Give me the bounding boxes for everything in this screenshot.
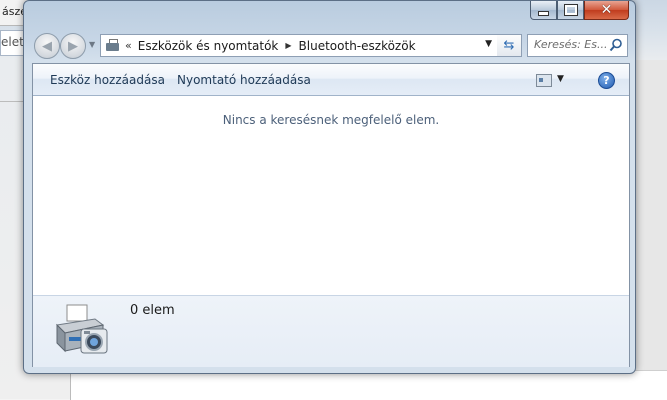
maximize-icon [563, 4, 578, 16]
search-icon[interactable] [609, 38, 623, 52]
breadcrumb-overflow-button[interactable]: « [125, 39, 132, 52]
search-box[interactable]: Keresés: Es... [527, 34, 628, 57]
address-bar[interactable]: « Eszközök és nyomtatók ▶ Bluetooth-eszk… [100, 34, 498, 57]
background-bottom-panel [70, 370, 667, 400]
breadcrumb-bluetooth-devices[interactable]: Bluetooth-eszközök [299, 39, 416, 53]
command-bar: Eszköz hozzáadása Nyomtató hozzáadása ▼ … [33, 64, 629, 96]
change-view-icon[interactable] [536, 74, 552, 87]
caption-controls: ✕ [530, 1, 629, 21]
recent-pages-dropdown[interactable]: ▼ [89, 40, 95, 49]
minimize-button[interactable] [530, 1, 557, 20]
explorer-window: ✕ ◀ ▶ ▼ « Eszközök és nyomtatók ▶ Blueto… [23, 0, 636, 374]
search-placeholder: Keresés: Es... [534, 38, 608, 51]
navigation-bar: ◀ ▶ ▼ « Eszközök és nyomtatók ▶ Bluetoot… [32, 31, 628, 59]
view-options-dropdown-icon[interactable]: ▼ [557, 74, 564, 84]
add-printer-button[interactable]: Nyomtató hozzáadása [177, 73, 311, 87]
item-count: 0 elem [130, 303, 175, 318]
details-pane: 0 elem [33, 295, 629, 367]
title-bar[interactable]: ✕ [24, 1, 635, 27]
content-pane: Eszköz hozzáadása Nyomtató hozzáadása ▼ … [32, 63, 630, 367]
minimize-icon [538, 10, 549, 16]
help-icon[interactable]: ? [598, 72, 615, 89]
arrow-left-icon: ◀ [42, 38, 52, 54]
refresh-icon: ⇆ [503, 38, 515, 53]
close-icon: ✕ [600, 2, 613, 18]
add-device-button[interactable]: Eszköz hozzáadása [50, 73, 165, 87]
breadcrumb-arrow-icon[interactable]: ▶ [285, 41, 291, 50]
breadcrumb-devices-printers[interactable]: Eszközök és nyomtatók [138, 39, 279, 53]
devices-printers-icon [105, 38, 121, 53]
arrow-right-icon: ▶ [68, 38, 78, 54]
background-right-panel [634, 60, 667, 399]
address-dropdown-icon[interactable]: ▼ [485, 39, 492, 49]
close-button[interactable]: ✕ [584, 1, 629, 20]
empty-results-message: Nincs a keresésnek megfelelő elem. [222, 113, 440, 127]
maximize-button[interactable] [557, 1, 584, 20]
forward-button[interactable]: ▶ [60, 33, 86, 59]
refresh-button[interactable]: ⇆ [497, 34, 522, 57]
back-button[interactable]: ◀ [34, 33, 60, 59]
printer-camera-icon [55, 304, 108, 354]
